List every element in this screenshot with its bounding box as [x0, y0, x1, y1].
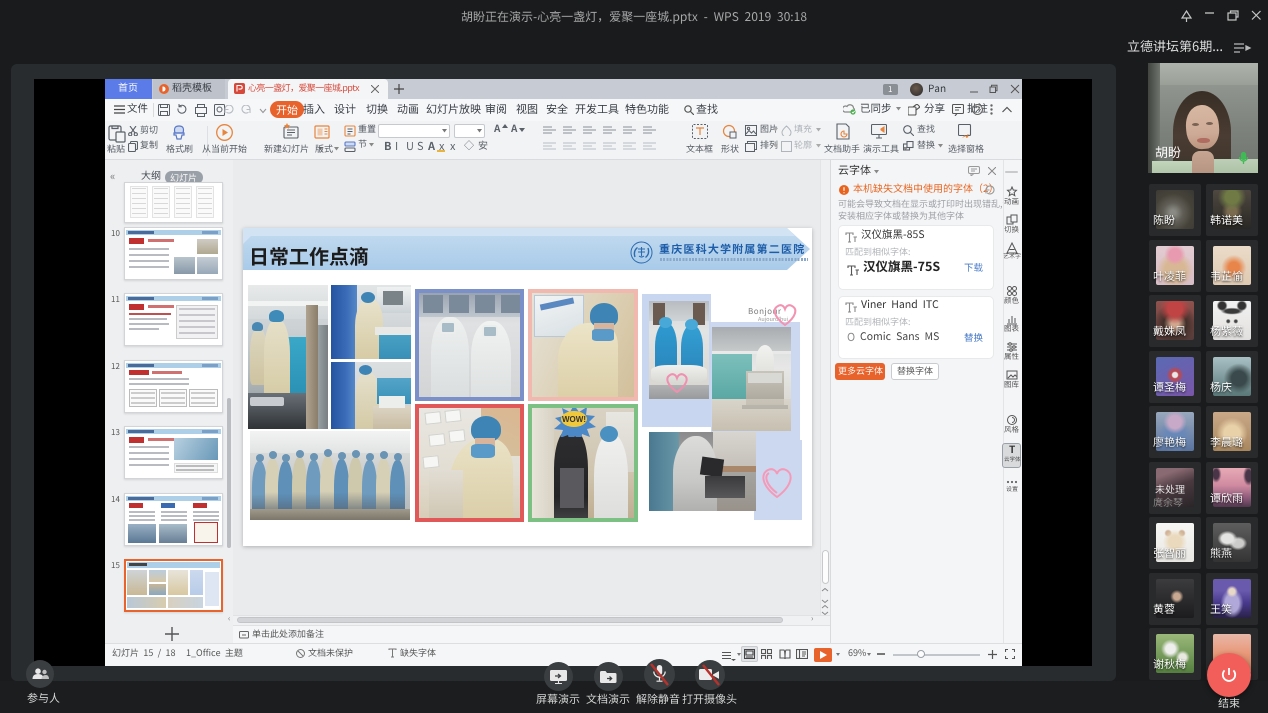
svg-text:WOW!: WOW!	[562, 415, 586, 424]
